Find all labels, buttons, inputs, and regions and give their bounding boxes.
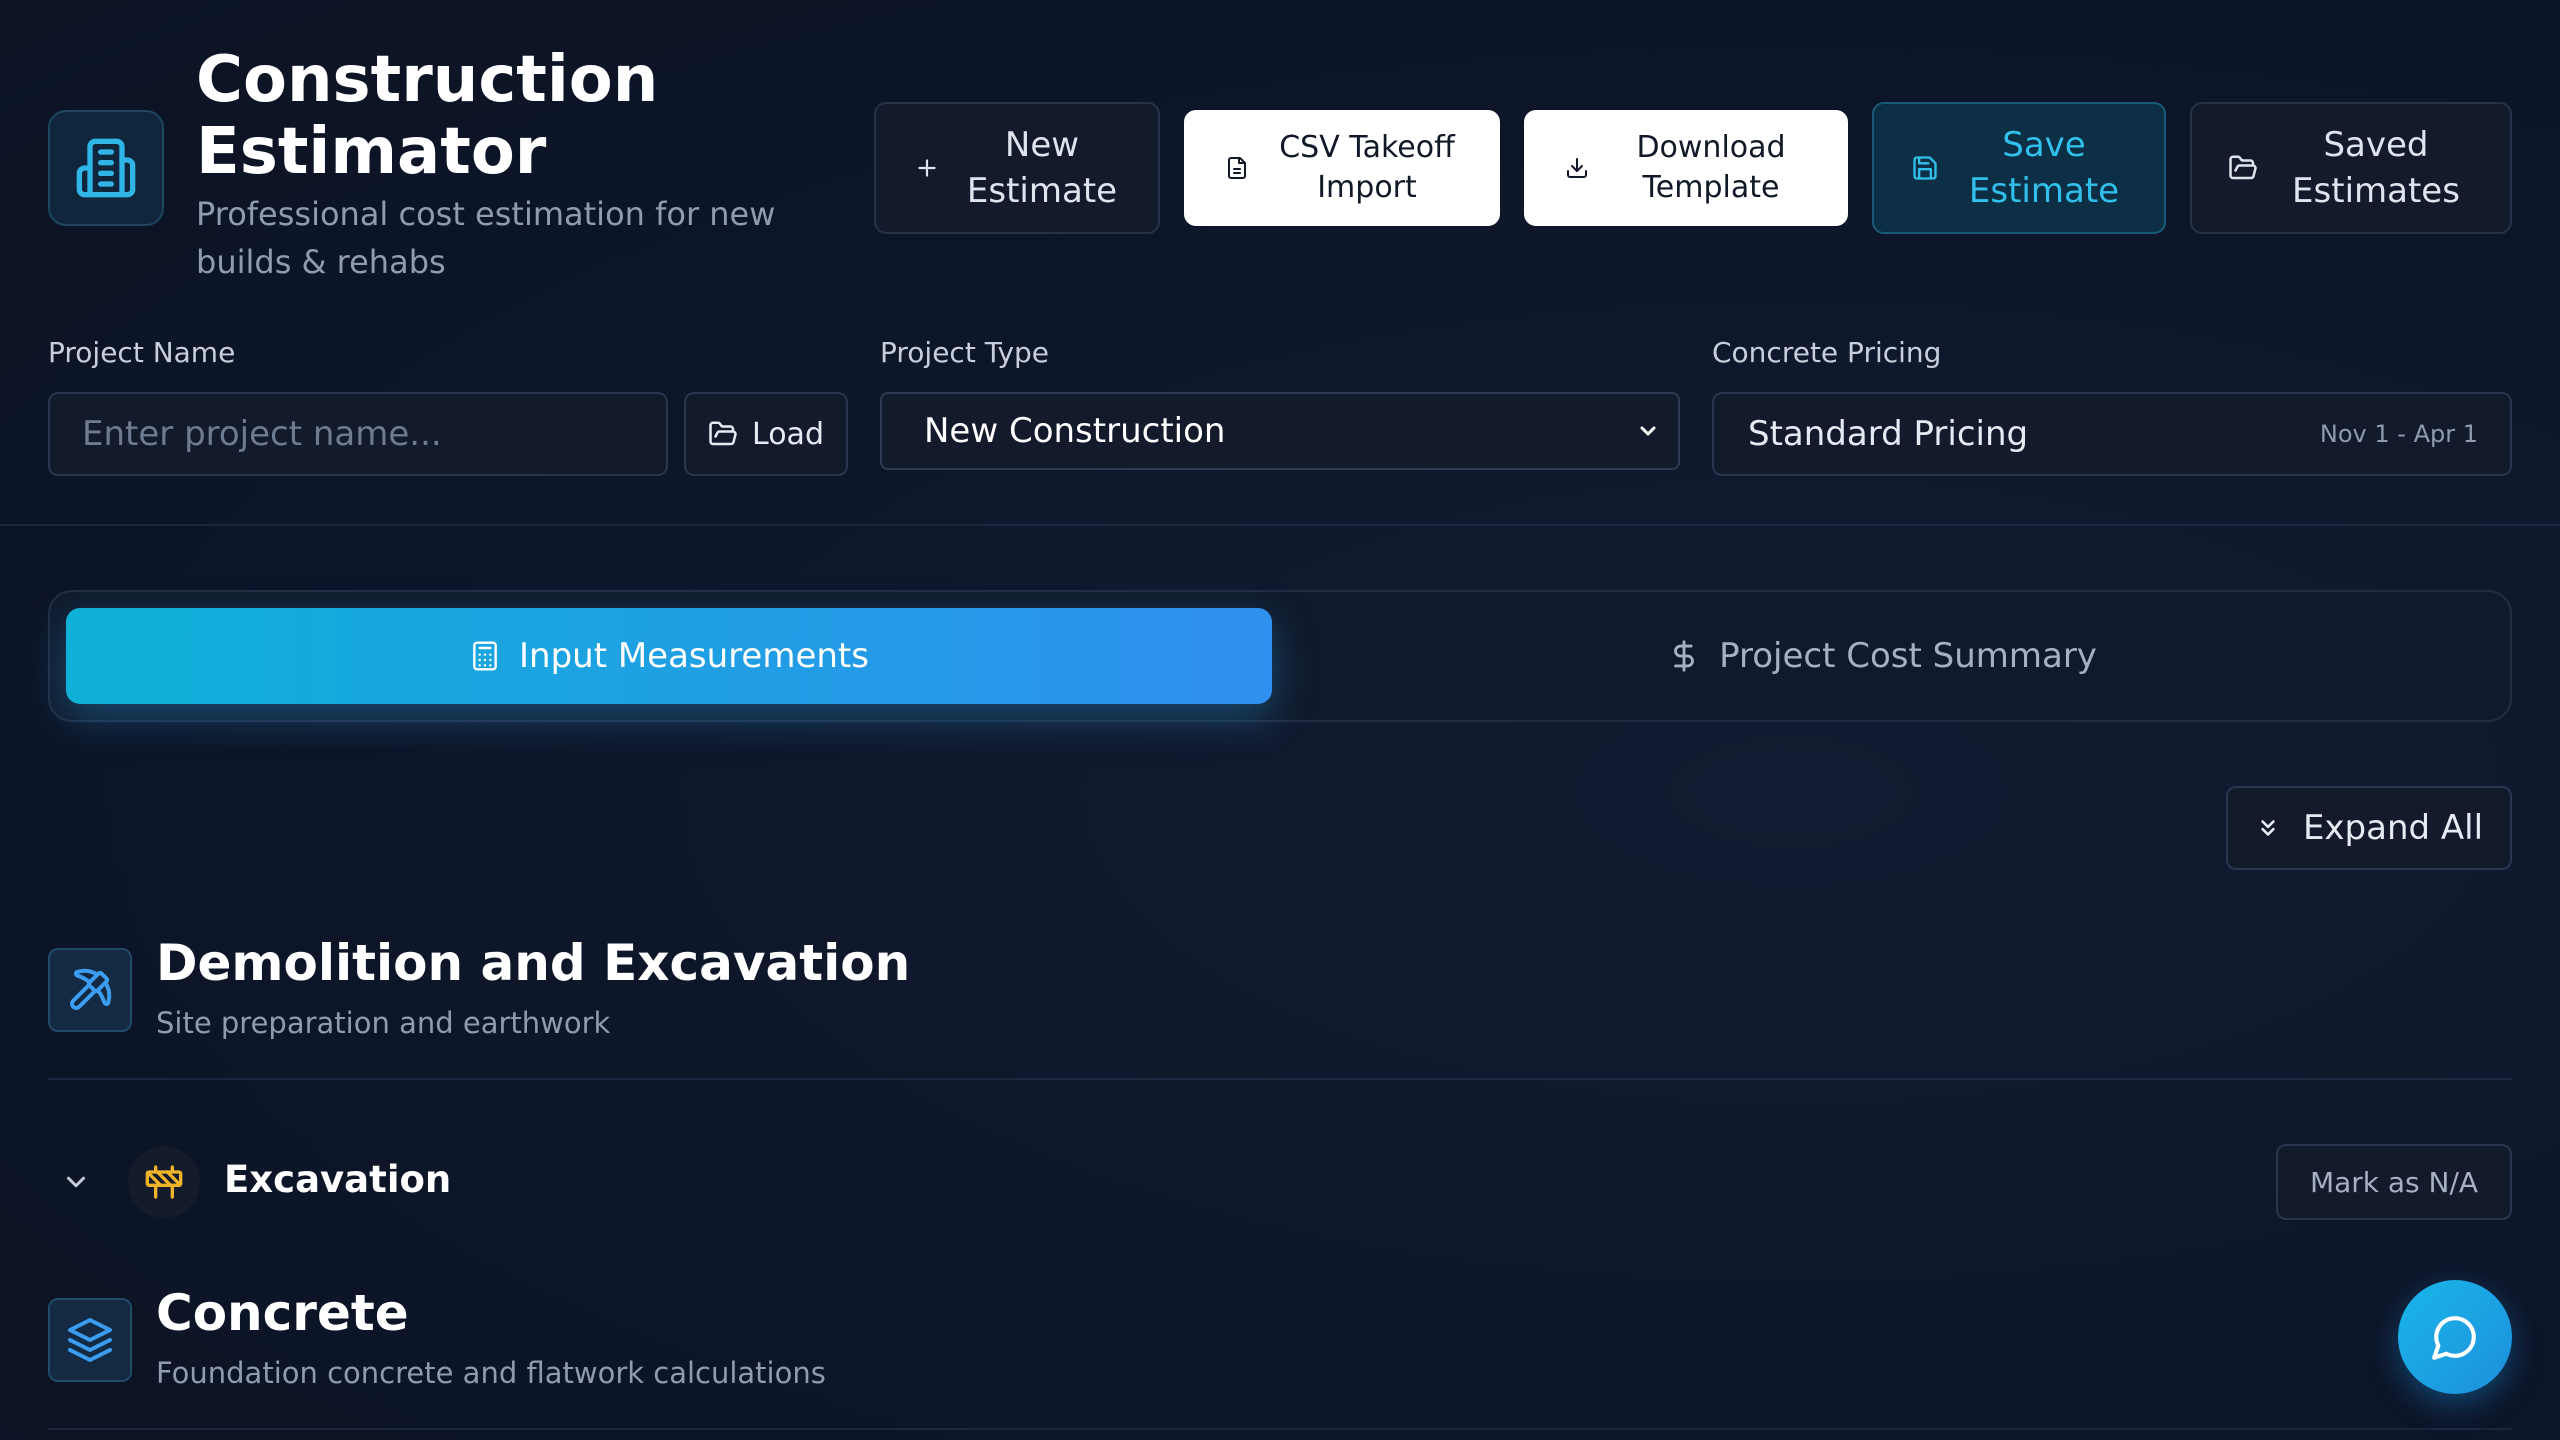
chat-button[interactable] xyxy=(2398,1280,2512,1394)
download-template-button[interactable]: Download Template xyxy=(1524,110,1848,226)
download-icon xyxy=(1560,151,1594,185)
section-divider xyxy=(48,1428,2512,1430)
demolition-section-icon xyxy=(48,948,132,1032)
file-text-icon xyxy=(1220,151,1254,185)
concrete-pricing-label: Concrete Pricing xyxy=(1712,336,1942,369)
section-divider xyxy=(48,1078,2512,1080)
new-estimate-label: New Estimate xyxy=(966,125,1118,211)
dollar-icon xyxy=(1674,640,1694,672)
csv-import-button[interactable]: CSV Takeoff Import xyxy=(1184,110,1500,226)
folder-open-icon xyxy=(2226,151,2260,185)
building-icon xyxy=(76,138,136,198)
project-name-input[interactable]: Enter project name... xyxy=(48,392,668,476)
new-estimate-button[interactable]: New Estimate xyxy=(874,102,1160,234)
chat-bubble-icon xyxy=(2432,1316,2476,1360)
tab-input-measurements[interactable]: Input Measurements xyxy=(66,608,1272,704)
app-title: Construction Estimator xyxy=(196,43,659,189)
plus-icon xyxy=(910,151,944,185)
concrete-section-title: Concrete xyxy=(156,1284,409,1342)
project-name-label: Project Name xyxy=(48,336,236,369)
save-icon xyxy=(1908,151,1942,185)
download-template-label: Download Template xyxy=(1636,130,1786,205)
excavation-title: Excavation xyxy=(224,1158,452,1201)
construction-barrier-icon xyxy=(145,1165,183,1199)
pickaxe-icon xyxy=(70,968,112,1010)
folder-open-icon xyxy=(709,421,737,446)
project-type-value: New Construction xyxy=(924,411,1226,451)
chevron-down-icon xyxy=(67,1176,85,1188)
tab-project-cost-summary[interactable]: Project Cost Summary xyxy=(1272,608,2492,704)
load-button[interactable]: Load xyxy=(684,392,848,476)
calculator-icon xyxy=(473,641,497,671)
concrete-pricing-select[interactable]: Standard Pricing Nov 1 - Apr 1 xyxy=(1712,392,2512,476)
expand-all-label: Expand All xyxy=(2302,808,2484,848)
concrete-section-subtitle: Foundation concrete and flatwork calcula… xyxy=(156,1356,826,1390)
header-divider xyxy=(0,524,2560,526)
app-logo xyxy=(48,110,164,226)
project-type-label: Project Type xyxy=(880,336,1050,369)
load-label: Load xyxy=(752,416,824,452)
mark-na-label: Mark as N/A xyxy=(2309,1165,2479,1199)
excavation-icon-wrapper xyxy=(128,1146,200,1218)
csv-import-label: CSV Takeoff Import xyxy=(1279,130,1455,205)
chevrons-down-icon xyxy=(2261,820,2275,836)
chevron-down-icon xyxy=(1640,426,1656,436)
project-name-placeholder: Enter project name... xyxy=(82,414,442,454)
expand-all-button[interactable]: Expand All xyxy=(2226,786,2512,870)
concrete-section-icon xyxy=(48,1298,132,1382)
app-subtitle: Professional cost estimation for new bui… xyxy=(196,195,776,281)
excavation-collapse-toggle[interactable] xyxy=(58,1164,94,1200)
save-estimate-button[interactable]: Save Estimate xyxy=(1872,102,2166,234)
concrete-pricing-dates: Nov 1 - Apr 1 xyxy=(2319,420,2478,448)
demolition-section-title: Demolition and Excavation xyxy=(156,934,911,992)
saved-estimates-button[interactable]: Saved Estimates xyxy=(2190,102,2512,234)
project-type-select[interactable]: New Construction xyxy=(880,392,1680,470)
concrete-pricing-value: Standard Pricing xyxy=(1748,414,2029,454)
mark-na-button[interactable]: Mark as N/A xyxy=(2276,1144,2512,1220)
save-estimate-label: Save Estimate xyxy=(1968,125,2120,211)
layers-icon xyxy=(68,1318,112,1362)
saved-estimates-label: Saved Estimates xyxy=(2292,125,2460,211)
demolition-section-subtitle: Site preparation and earthwork xyxy=(156,1006,611,1040)
tab-summary-label: Project Cost Summary xyxy=(1719,636,2097,676)
app-page: Construction Estimator Professional cost… xyxy=(0,0,2560,1440)
tab-input-label: Input Measurements xyxy=(519,636,869,676)
